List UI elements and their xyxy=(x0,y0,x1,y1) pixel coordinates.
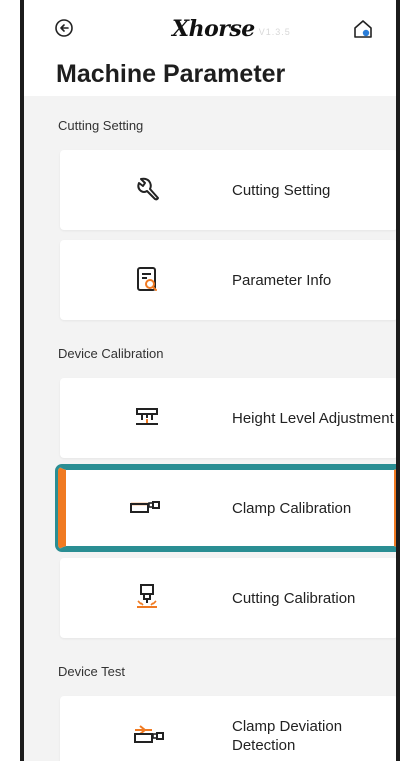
menu-item-label: Clamp Calibration xyxy=(232,499,352,517)
back-arrow-icon xyxy=(55,19,73,37)
menu-item-parameter-info[interactable]: Parameter Info xyxy=(60,240,396,320)
page-title: Machine Parameter xyxy=(56,60,286,88)
menu-item-clamp-calibration[interactable]: Clamp Calibration xyxy=(55,464,396,552)
menu-item-label: Height Level Adjustment xyxy=(232,409,394,427)
app-screen: Xhorse V1.3.5 Machine Parameter Cutting … xyxy=(20,0,400,761)
version-label: V1.3.5 xyxy=(258,27,291,37)
section-label-cutting-setting: Cutting Setting xyxy=(58,118,144,133)
menu-item-height-level-adjustment[interactable]: Height Level Adjustment xyxy=(60,378,396,458)
home-icon xyxy=(354,20,372,38)
menu-item-label: Cutting Calibration xyxy=(232,589,356,607)
header: Xhorse V1.3.5 Machine Parameter xyxy=(24,0,396,96)
menu-item-label: Cutting Setting xyxy=(232,181,331,199)
menu-item-cutting-setting[interactable]: Cutting Setting xyxy=(60,150,396,230)
document-search-icon xyxy=(132,264,162,294)
clamp-deviation-icon xyxy=(132,720,164,750)
wrench-icon xyxy=(132,174,162,204)
section-label-device-calibration: Device Calibration xyxy=(58,346,164,361)
brand-logo: Xhorse V1.3.5 xyxy=(172,14,291,42)
cutter-calibration-icon xyxy=(132,582,162,612)
back-button[interactable] xyxy=(54,18,74,38)
logo-text: Xhorse xyxy=(172,16,255,42)
menu-item-clamp-deviation-detection[interactable]: Clamp Deviation Detection xyxy=(60,696,396,761)
menu-item-label: Parameter Info xyxy=(232,271,332,289)
menu-item-cutting-calibration[interactable]: Cutting Calibration xyxy=(60,558,396,638)
clamp-icon xyxy=(128,492,160,522)
home-button[interactable] xyxy=(352,18,374,40)
menu-item-label: Clamp Deviation Detection xyxy=(232,718,343,754)
height-level-icon xyxy=(132,402,162,432)
section-label-device-test: Device Test xyxy=(58,664,125,679)
